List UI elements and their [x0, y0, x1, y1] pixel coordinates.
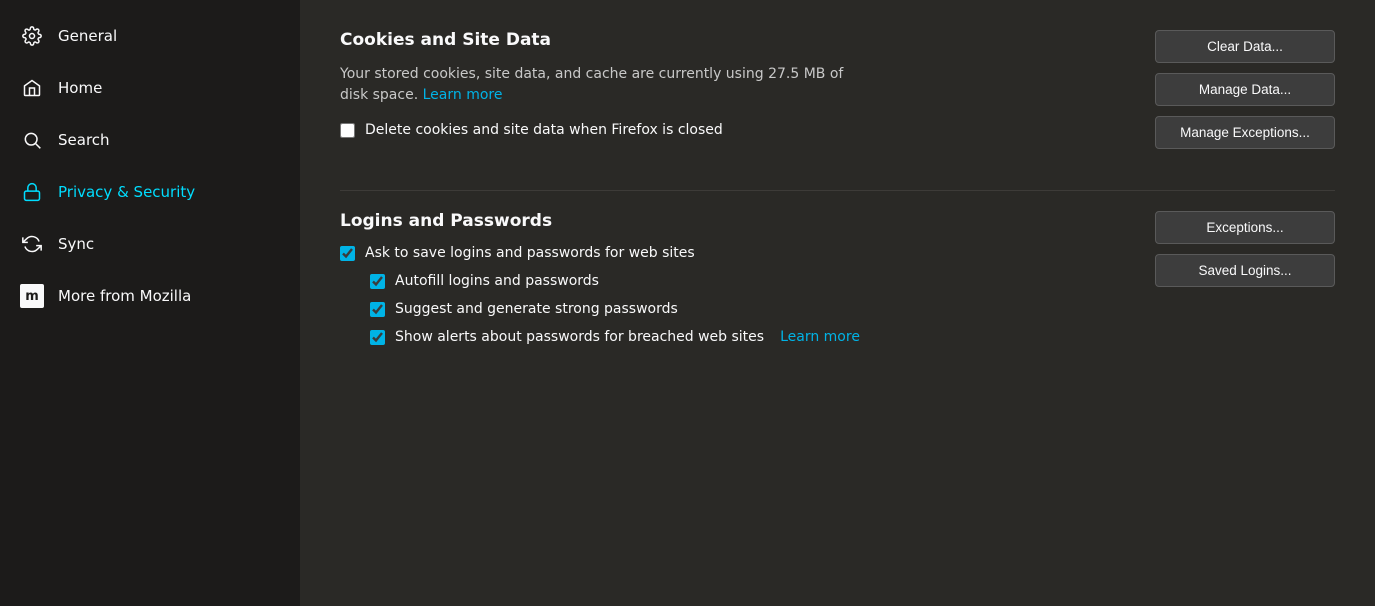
- suggest-passwords-checkbox[interactable]: [370, 302, 385, 317]
- sidebar-item-home[interactable]: Home: [0, 62, 300, 114]
- saved-logins-button[interactable]: Saved Logins...: [1155, 254, 1335, 287]
- suggest-passwords-row: Suggest and generate strong passwords: [370, 301, 1125, 317]
- sidebar-item-search[interactable]: Search: [0, 114, 300, 166]
- sidebar-item-home-label: Home: [58, 79, 102, 97]
- cookies-section-desc: Your stored cookies, site data, and cach…: [340, 64, 1100, 106]
- clear-data-button[interactable]: Clear Data...: [1155, 30, 1335, 63]
- sidebar-item-search-label: Search: [58, 131, 110, 149]
- sidebar: General Home Search Privacy & Security: [0, 0, 300, 606]
- save-logins-row: Ask to save logins and passwords for web…: [340, 245, 1125, 261]
- logins-section: Logins and Passwords Ask to save logins …: [340, 211, 1335, 357]
- breach-alerts-checkbox[interactable]: [370, 330, 385, 345]
- cookies-learn-more-link[interactable]: Learn more: [423, 87, 503, 103]
- sidebar-item-mozilla[interactable]: m More from Mozilla: [0, 270, 300, 322]
- sidebar-item-sync[interactable]: Sync: [0, 218, 300, 270]
- section-divider: [340, 190, 1335, 191]
- logins-section-title: Logins and Passwords: [340, 211, 1125, 231]
- sidebar-item-privacy-label: Privacy & Security: [58, 183, 195, 201]
- sync-icon: [20, 232, 44, 256]
- cookies-buttons: Clear Data... Manage Data... Manage Exce…: [1155, 30, 1335, 149]
- manage-exceptions-button[interactable]: Manage Exceptions...: [1155, 116, 1335, 149]
- autofill-label[interactable]: Autofill logins and passwords: [395, 273, 599, 289]
- breach-learn-more-link[interactable]: Learn more: [780, 329, 860, 345]
- sidebar-item-general[interactable]: General: [0, 10, 300, 62]
- cookies-section: Cookies and Site Data Your stored cookie…: [340, 30, 1335, 150]
- exceptions-button[interactable]: Exceptions...: [1155, 211, 1335, 244]
- delete-cookies-label[interactable]: Delete cookies and site data when Firefo…: [365, 122, 723, 138]
- save-logins-checkbox[interactable]: [340, 246, 355, 261]
- manage-data-button[interactable]: Manage Data...: [1155, 73, 1335, 106]
- autofill-row: Autofill logins and passwords: [370, 273, 1125, 289]
- delete-cookies-checkbox[interactable]: [340, 123, 355, 138]
- main-content: Cookies and Site Data Your stored cookie…: [300, 0, 1375, 606]
- cookies-section-title: Cookies and Site Data: [340, 30, 1125, 50]
- autofill-checkbox[interactable]: [370, 274, 385, 289]
- delete-cookies-row: Delete cookies and site data when Firefo…: [340, 122, 1125, 138]
- save-logins-label[interactable]: Ask to save logins and passwords for web…: [365, 245, 695, 261]
- search-icon: [20, 128, 44, 152]
- logins-buttons: Exceptions... Saved Logins...: [1155, 211, 1335, 287]
- breach-alerts-row: Show alerts about passwords for breached…: [370, 329, 1125, 345]
- mozilla-icon: m: [20, 284, 44, 308]
- sidebar-item-privacy[interactable]: Privacy & Security: [0, 166, 300, 218]
- breach-alerts-label[interactable]: Show alerts about passwords for breached…: [395, 329, 764, 345]
- sidebar-item-sync-label: Sync: [58, 235, 94, 253]
- sidebar-item-general-label: General: [58, 27, 117, 45]
- gear-icon: [20, 24, 44, 48]
- sidebar-item-mozilla-label: More from Mozilla: [58, 287, 191, 305]
- suggest-passwords-label[interactable]: Suggest and generate strong passwords: [395, 301, 678, 317]
- lock-icon: [20, 180, 44, 204]
- home-icon: [20, 76, 44, 100]
